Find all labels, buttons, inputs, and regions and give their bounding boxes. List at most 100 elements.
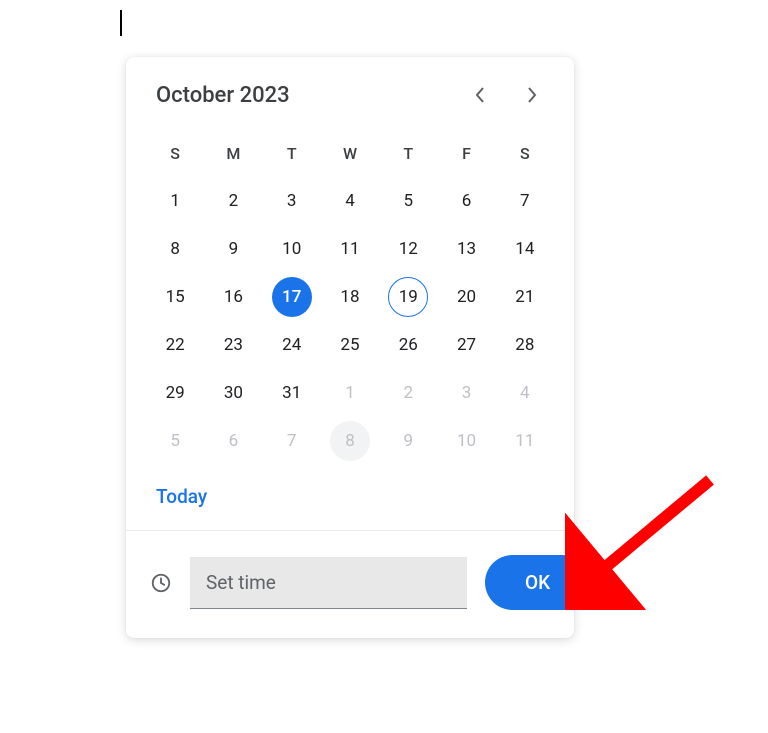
calendar-day-label: 10 xyxy=(447,421,487,461)
calendar-day-label: 31 xyxy=(272,373,312,413)
chevron-right-icon xyxy=(527,87,537,103)
calendar-day[interactable]: 8 xyxy=(146,225,204,273)
calendar-day-label: 1 xyxy=(330,373,370,413)
calendar-day[interactable]: 26 xyxy=(379,321,437,369)
calendar-week-row: 29 30 31 1234 xyxy=(146,369,554,417)
today-link-container: Today xyxy=(126,477,574,530)
calendar-day[interactable]: 3 xyxy=(263,177,321,225)
calendar-day[interactable]: 8 xyxy=(321,417,379,465)
calendar-day-label: 19 xyxy=(388,277,428,317)
calendar-day[interactable]: 15 xyxy=(146,273,204,321)
calendar-day[interactable]: 7 xyxy=(496,177,554,225)
calendar-week-row: 1234567 xyxy=(146,177,554,225)
weekday-header: F xyxy=(437,129,495,177)
calendar-day-label: 11 xyxy=(330,229,370,269)
weekday-header: S xyxy=(496,129,554,177)
calendar-day[interactable]: 10 xyxy=(263,225,321,273)
chevron-left-icon xyxy=(475,87,485,103)
calendar-day-label: 8 xyxy=(330,421,370,461)
calendar-day-label: 3 xyxy=(447,373,487,413)
calendar-day[interactable]: 10 xyxy=(437,417,495,465)
calendar-day-label: 9 xyxy=(213,229,253,269)
calendar-day-label: 27 xyxy=(447,325,487,365)
calendar-day[interactable]: 13 xyxy=(437,225,495,273)
month-year-label: October 2023 xyxy=(156,83,290,108)
calendar-day[interactable]: 5 xyxy=(146,417,204,465)
date-picker-footer: OK xyxy=(126,530,574,638)
calendar-day[interactable]: 28 xyxy=(496,321,554,369)
calendar-day-label: 28 xyxy=(505,325,545,365)
month-nav xyxy=(464,79,548,111)
calendar-day[interactable]: 9 xyxy=(379,417,437,465)
date-picker: October 2023 SMTWTFS 1234567891011121314… xyxy=(126,57,574,638)
calendar-day[interactable]: 11 xyxy=(496,417,554,465)
weekday-header: M xyxy=(204,129,262,177)
calendar-day[interactable]: 31 xyxy=(263,369,321,417)
prev-month-button[interactable] xyxy=(464,79,496,111)
calendar-day[interactable]: 18 xyxy=(321,273,379,321)
calendar-day[interactable]: 21 xyxy=(496,273,554,321)
calendar-day-label: 24 xyxy=(272,325,312,365)
calendar-day-label: 29 xyxy=(155,373,195,413)
calendar-day[interactable]: 24 xyxy=(263,321,321,369)
calendar-day[interactable]: 29 xyxy=(146,369,204,417)
calendar-day[interactable]: 17 xyxy=(263,273,321,321)
calendar-day[interactable]: 9 xyxy=(204,225,262,273)
calendar-day-label: 6 xyxy=(213,421,253,461)
calendar-day[interactable]: 19 xyxy=(379,273,437,321)
calendar-day[interactable]: 14 xyxy=(496,225,554,273)
calendar-day[interactable]: 7 xyxy=(263,417,321,465)
calendar-week-row: 5678910 11 xyxy=(146,417,554,465)
weekday-row: SMTWTFS xyxy=(146,129,554,177)
calendar-day[interactable]: 1 xyxy=(321,369,379,417)
calendar-day-label: 10 xyxy=(272,229,312,269)
today-link[interactable]: Today xyxy=(156,485,207,508)
calendar-day-label: 2 xyxy=(388,373,428,413)
calendar-day[interactable]: 6 xyxy=(204,417,262,465)
calendar-day-label: 5 xyxy=(388,181,428,221)
calendar-day-label: 8 xyxy=(155,229,195,269)
calendar-day-label: 3 xyxy=(272,181,312,221)
calendar-day[interactable]: 11 xyxy=(321,225,379,273)
calendar-day[interactable]: 2 xyxy=(204,177,262,225)
calendar-day[interactable]: 1 xyxy=(146,177,204,225)
calendar-day-label: 26 xyxy=(388,325,428,365)
text-cursor xyxy=(120,10,122,36)
calendar-day-label: 6 xyxy=(447,181,487,221)
calendar-day[interactable]: 22 xyxy=(146,321,204,369)
calendar-day[interactable]: 3 xyxy=(437,369,495,417)
set-time-input[interactable] xyxy=(190,557,467,609)
calendar-day-label: 25 xyxy=(330,325,370,365)
calendar-day-label: 11 xyxy=(505,421,545,461)
calendar-day-label: 15 xyxy=(155,277,195,317)
calendar-day-label: 16 xyxy=(213,277,253,317)
weekday-header: W xyxy=(321,129,379,177)
calendar-day[interactable]: 30 xyxy=(204,369,262,417)
calendar-day[interactable]: 4 xyxy=(321,177,379,225)
calendar-day[interactable]: 4 xyxy=(496,369,554,417)
weekday-header: T xyxy=(263,129,321,177)
calendar-day[interactable]: 23 xyxy=(204,321,262,369)
next-month-button[interactable] xyxy=(516,79,548,111)
calendar-day[interactable]: 27 xyxy=(437,321,495,369)
calendar-day[interactable]: 20 xyxy=(437,273,495,321)
calendar-week-row: 89 10 11 121314 xyxy=(146,225,554,273)
calendar-day-label: 22 xyxy=(155,325,195,365)
calendar-day-label: 18 xyxy=(330,277,370,317)
calendar-day-label: 5 xyxy=(155,421,195,461)
calendar-day[interactable]: 25 xyxy=(321,321,379,369)
calendar-day-label: 14 xyxy=(505,229,545,269)
calendar-day[interactable]: 16 xyxy=(204,273,262,321)
calendar-day-label: 21 xyxy=(505,277,545,317)
calendar-day-label: 12 xyxy=(388,229,428,269)
calendar-day-label: 4 xyxy=(330,181,370,221)
calendar-day[interactable]: 2 xyxy=(379,369,437,417)
calendar-day-label: 1 xyxy=(155,181,195,221)
ok-button[interactable]: OK xyxy=(485,555,590,610)
weekday-header: T xyxy=(379,129,437,177)
calendar-day[interactable]: 12 xyxy=(379,225,437,273)
calendar-day[interactable]: 6 xyxy=(437,177,495,225)
calendar-day-label: 7 xyxy=(505,181,545,221)
calendar-day-label: 30 xyxy=(213,373,253,413)
calendar-day[interactable]: 5 xyxy=(379,177,437,225)
